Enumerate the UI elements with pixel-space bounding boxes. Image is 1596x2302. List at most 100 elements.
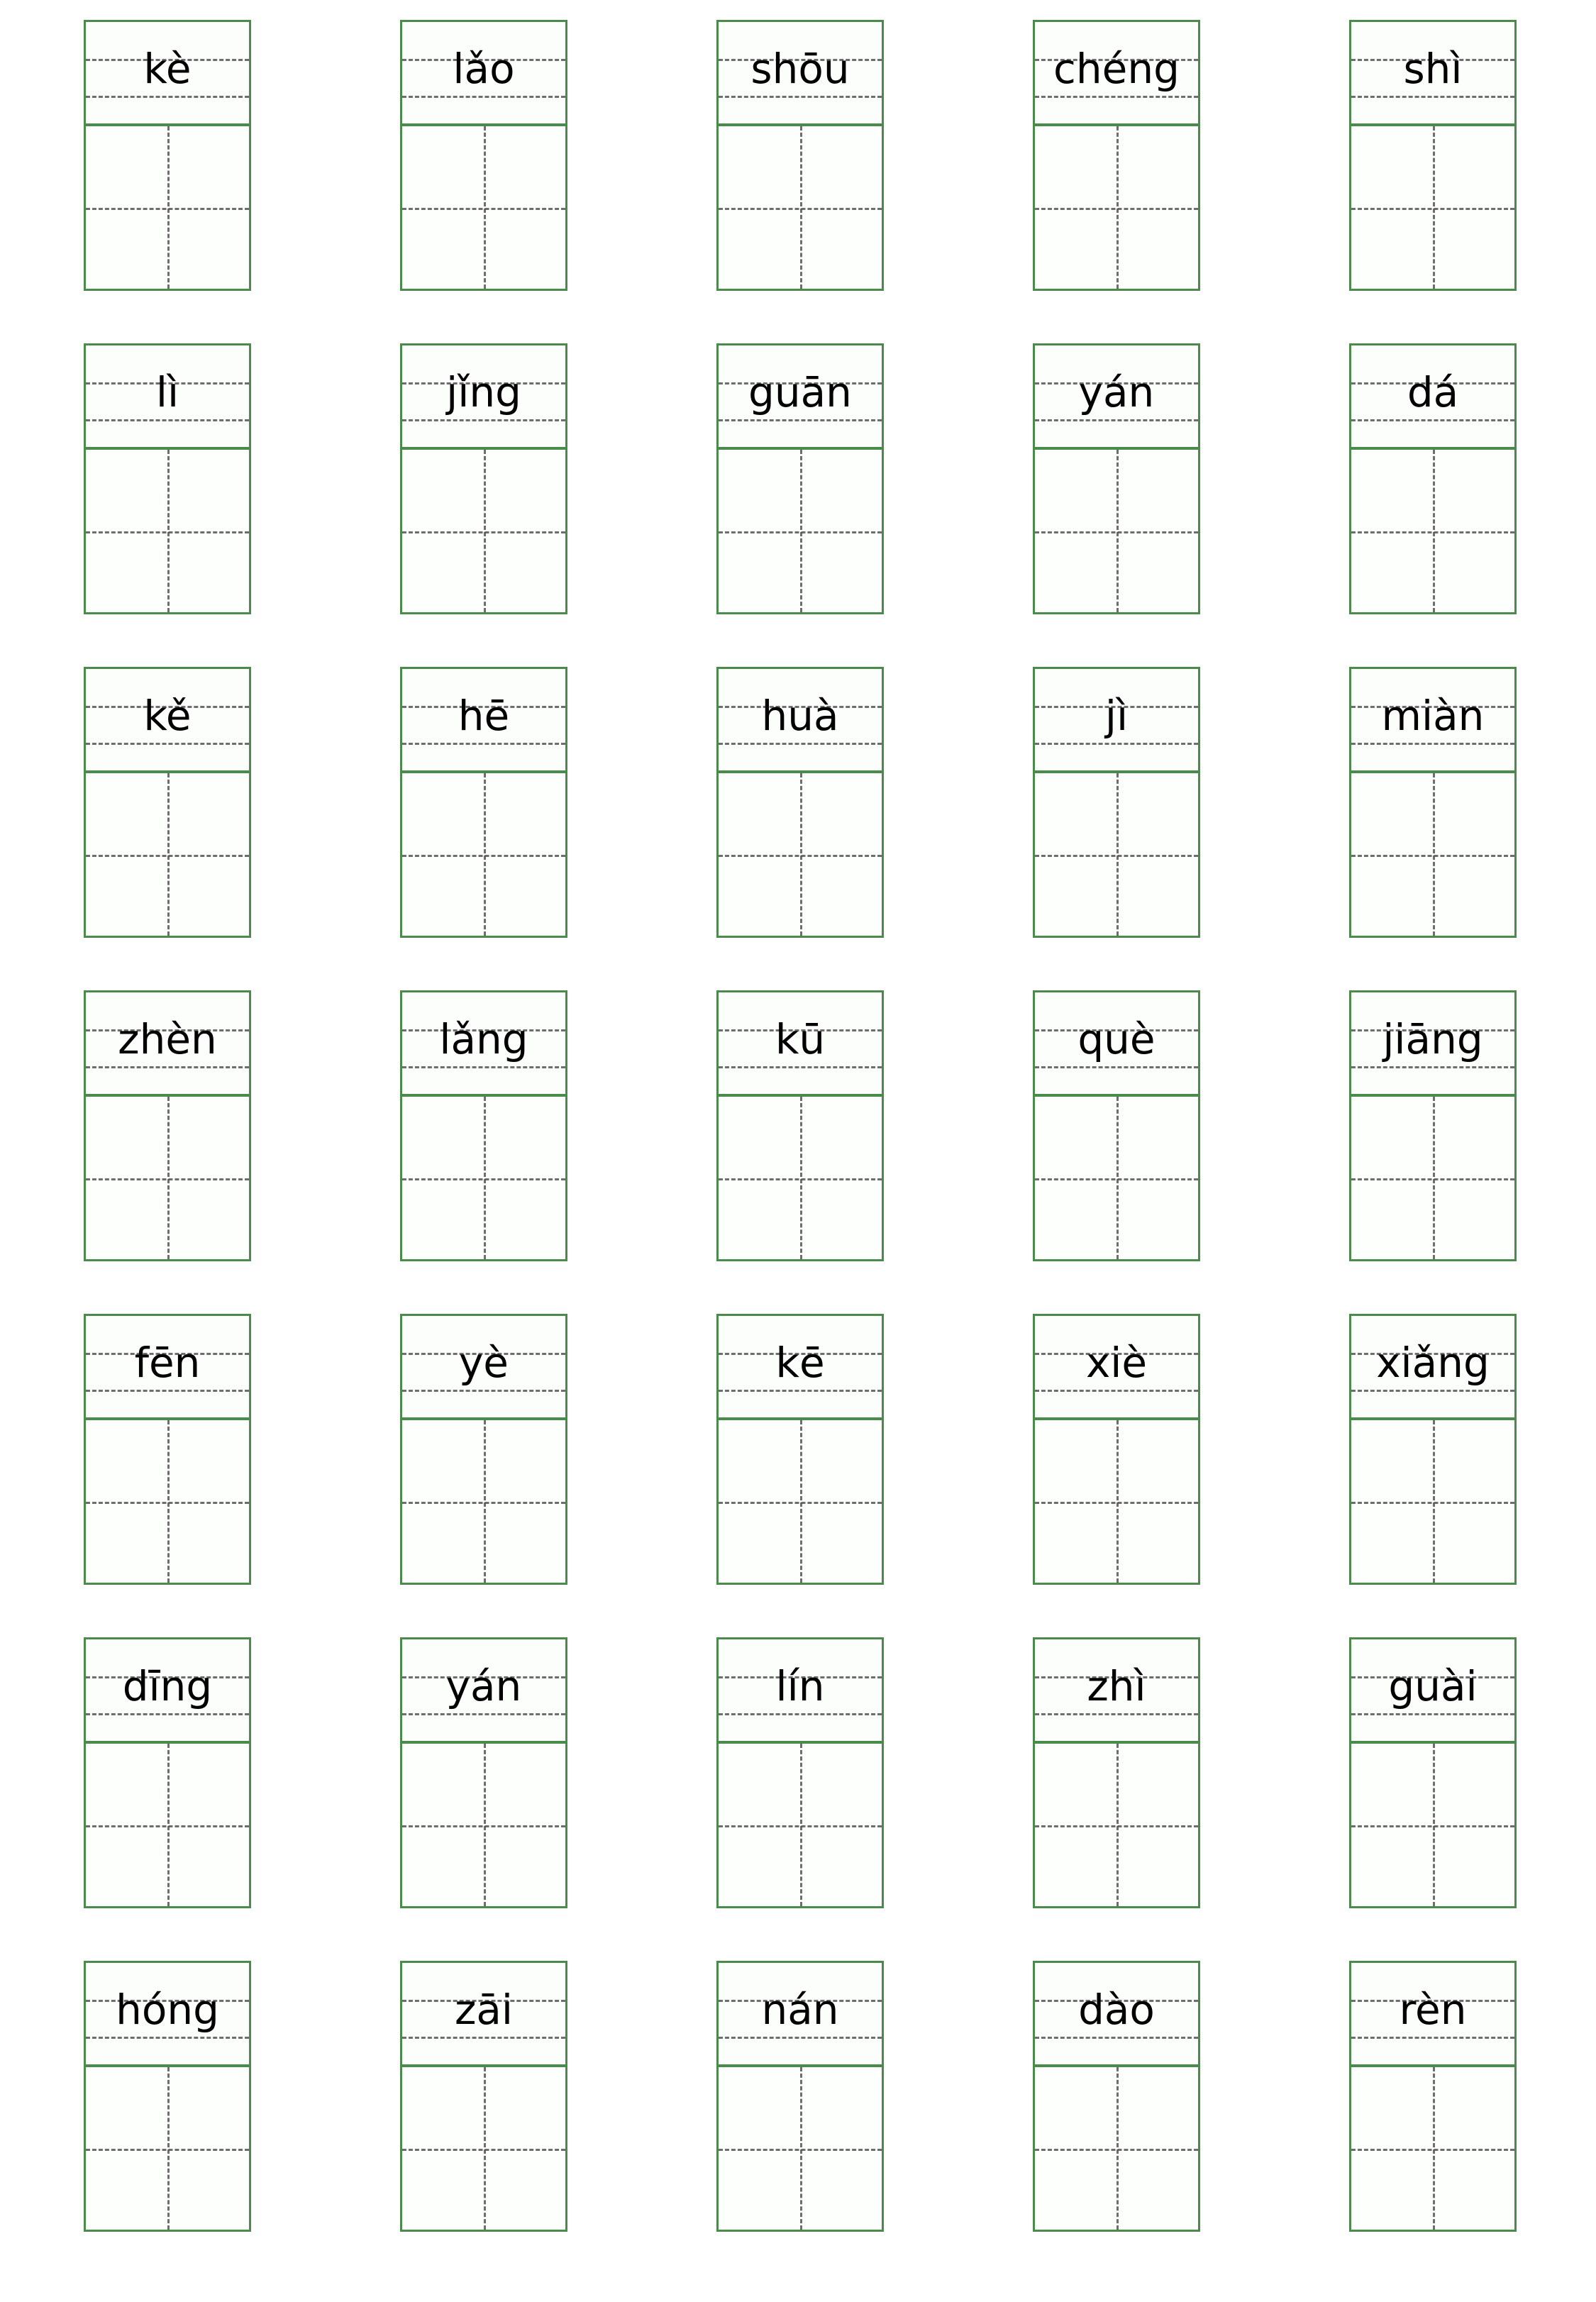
tian-zi-ge-box[interactable] [1349,2067,1517,2232]
tian-zi-ge-box[interactable] [84,773,251,938]
tian-zi-ge-box[interactable] [1033,1097,1200,1261]
tian-zi-ge-box[interactable] [84,1744,251,1908]
pinyin-box[interactable]: guān [716,343,884,450]
pinyin-box[interactable]: dīng [84,1637,251,1744]
pinyin-box[interactable]: lín [716,1637,884,1744]
character-answer[interactable] [86,1744,249,1906]
pinyin-box[interactable]: dào [1033,1961,1200,2067]
tian-zi-ge-box[interactable] [84,1097,251,1261]
pinyin-box[interactable]: chéng [1033,20,1200,126]
character-answer[interactable] [1351,1420,1514,1583]
tian-zi-ge-box[interactable] [400,773,567,938]
tian-zi-ge-box[interactable] [1349,1420,1517,1585]
character-answer[interactable] [1351,126,1514,289]
tian-zi-ge-box[interactable] [400,1744,567,1908]
pinyin-box[interactable]: nán [716,1961,884,2067]
character-answer[interactable] [402,126,565,289]
character-answer[interactable] [719,1097,882,1259]
character-answer[interactable] [86,2067,249,2230]
pinyin-box[interactable]: miàn [1349,667,1517,773]
character-answer[interactable] [86,126,249,289]
pinyin-box[interactable]: xiè [1033,1314,1200,1420]
pinyin-box[interactable]: hóng [84,1961,251,2067]
pinyin-box[interactable]: yán [1033,343,1200,450]
character-answer[interactable] [1351,1744,1514,1906]
character-answer[interactable] [402,1420,565,1583]
tian-zi-ge-box[interactable] [400,450,567,614]
pinyin-box[interactable]: lǎng [400,990,567,1097]
character-answer[interactable] [1035,450,1198,612]
character-answer[interactable] [86,1420,249,1583]
pinyin-box[interactable]: zhì [1033,1637,1200,1744]
tian-zi-ge-box[interactable] [716,1744,884,1908]
character-answer[interactable] [1035,1097,1198,1259]
tian-zi-ge-box[interactable] [400,1420,567,1585]
tian-zi-ge-box[interactable] [84,126,251,291]
pinyin-box[interactable]: fēn [84,1314,251,1420]
tian-zi-ge-box[interactable] [400,126,567,291]
pinyin-box[interactable]: kě [84,667,251,773]
pinyin-box[interactable]: jì [1033,667,1200,773]
tian-zi-ge-box[interactable] [400,1097,567,1261]
tian-zi-ge-box[interactable] [716,450,884,614]
character-answer[interactable] [719,1420,882,1583]
tian-zi-ge-box[interactable] [1033,450,1200,614]
character-answer[interactable] [1035,1420,1198,1583]
pinyin-box[interactable]: guài [1349,1637,1517,1744]
pinyin-box[interactable]: què [1033,990,1200,1097]
tian-zi-ge-box[interactable] [1349,450,1517,614]
character-answer[interactable] [1035,1744,1198,1906]
character-answer[interactable] [719,126,882,289]
tian-zi-ge-box[interactable] [1349,126,1517,291]
pinyin-box[interactable]: hē [400,667,567,773]
tian-zi-ge-box[interactable] [1033,1420,1200,1585]
tian-zi-ge-box[interactable] [1349,773,1517,938]
character-answer[interactable] [719,2067,882,2230]
character-answer[interactable] [86,773,249,936]
character-answer[interactable] [402,1744,565,1906]
character-answer[interactable] [1035,2067,1198,2230]
tian-zi-ge-box[interactable] [1033,773,1200,938]
pinyin-box[interactable]: shōu [716,20,884,126]
character-answer[interactable] [1035,773,1198,936]
pinyin-box[interactable]: kè [84,20,251,126]
character-answer[interactable] [402,450,565,612]
tian-zi-ge-box[interactable] [1349,1744,1517,1908]
pinyin-box[interactable]: yán [400,1637,567,1744]
character-answer[interactable] [402,1097,565,1259]
pinyin-box[interactable]: jǐng [400,343,567,450]
character-answer[interactable] [1035,126,1198,289]
tian-zi-ge-box[interactable] [716,773,884,938]
character-answer[interactable] [1351,773,1514,936]
tian-zi-ge-box[interactable] [84,2067,251,2232]
pinyin-box[interactable]: dá [1349,343,1517,450]
character-answer[interactable] [86,450,249,612]
pinyin-box[interactable]: huà [716,667,884,773]
character-answer[interactable] [719,773,882,936]
tian-zi-ge-box[interactable] [400,2067,567,2232]
character-answer[interactable] [402,773,565,936]
character-answer[interactable] [1351,450,1514,612]
tian-zi-ge-box[interactable] [1349,1097,1517,1261]
tian-zi-ge-box[interactable] [716,1097,884,1261]
pinyin-box[interactable]: yè [400,1314,567,1420]
character-answer[interactable] [1351,1097,1514,1259]
tian-zi-ge-box[interactable] [84,1420,251,1585]
pinyin-box[interactable]: xiǎng [1349,1314,1517,1420]
pinyin-box[interactable]: shì [1349,20,1517,126]
tian-zi-ge-box[interactable] [1033,1744,1200,1908]
tian-zi-ge-box[interactable] [1033,2067,1200,2232]
pinyin-box[interactable]: zāi [400,1961,567,2067]
tian-zi-ge-box[interactable] [84,450,251,614]
tian-zi-ge-box[interactable] [716,2067,884,2232]
pinyin-box[interactable]: jiāng [1349,990,1517,1097]
pinyin-box[interactable]: lì [84,343,251,450]
character-answer[interactable] [719,1744,882,1906]
tian-zi-ge-box[interactable] [716,1420,884,1585]
pinyin-box[interactable]: kū [716,990,884,1097]
tian-zi-ge-box[interactable] [716,126,884,291]
character-answer[interactable] [719,450,882,612]
character-answer[interactable] [86,1097,249,1259]
character-answer[interactable] [1351,2067,1514,2230]
character-answer[interactable] [402,2067,565,2230]
